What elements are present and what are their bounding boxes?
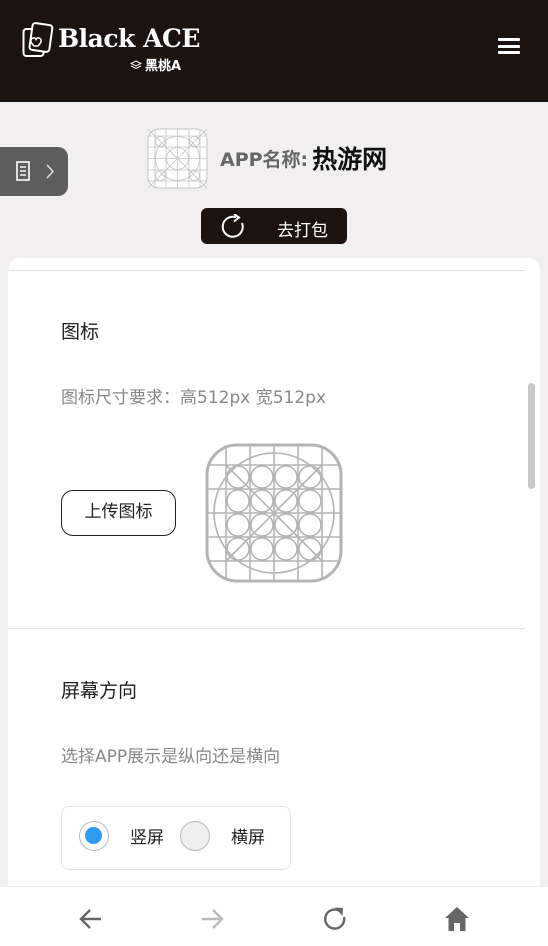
orientation-radio-group: 竖屏 横屏: [61, 806, 291, 870]
divider: [8, 628, 525, 629]
logo-title: Black ACE: [58, 24, 200, 53]
divider: [8, 270, 525, 271]
refresh-icon: [221, 214, 244, 238]
icon-size-requirement: 图标尺寸要求：高512px 宽512px: [61, 388, 327, 408]
icon-grid-template-icon[interactable]: [205, 443, 343, 583]
app-name-value: 热游网: [312, 145, 388, 174]
portrait-radio[interactable]: [79, 821, 109, 851]
pack-button-label: 去打包: [277, 221, 328, 241]
pack-button[interactable]: 去打包: [201, 208, 347, 244]
app-header: Black ACE 黑桃A: [0, 0, 548, 102]
app-info-row: APP名称: 热游网: [147, 127, 387, 189]
document-chevron-icon: [16, 161, 55, 181]
app-name-label: APP名称:: [220, 148, 309, 171]
forward-arrow-icon[interactable]: [198, 905, 226, 933]
side-drawer-tab[interactable]: [0, 147, 68, 196]
playing-cards-icon: [22, 22, 54, 57]
layers-icon: [130, 59, 142, 69]
reload-icon[interactable]: [321, 905, 349, 933]
settings-card: 图标 图标尺寸要求：高512px 宽512px 上传图标 屏幕方向 选择APP展…: [8, 258, 540, 946]
orientation-section-title: 屏幕方向: [61, 680, 138, 702]
upload-icon-button[interactable]: 上传图标: [61, 490, 176, 536]
logo-subtitle: 黑桃A: [130, 55, 181, 74]
browser-bottom-bar: [0, 886, 548, 946]
app-icon-preview: [147, 128, 208, 188]
scrollbar-thumb[interactable]: [528, 383, 535, 489]
icon-section-title: 图标: [61, 321, 100, 343]
logo-subtitle-text: 黑桃A: [145, 59, 182, 74]
hamburger-menu-icon[interactable]: [498, 38, 520, 54]
landscape-radio[interactable]: [180, 821, 210, 851]
landscape-label[interactable]: 横屏: [231, 823, 265, 848]
home-icon[interactable]: [443, 905, 471, 933]
orientation-description: 选择APP展示是纵向还是横向: [61, 747, 281, 767]
portrait-label[interactable]: 竖屏: [130, 823, 164, 848]
back-arrow-icon[interactable]: [77, 905, 105, 933]
brand-logo[interactable]: Black ACE 黑桃A: [22, 22, 200, 74]
